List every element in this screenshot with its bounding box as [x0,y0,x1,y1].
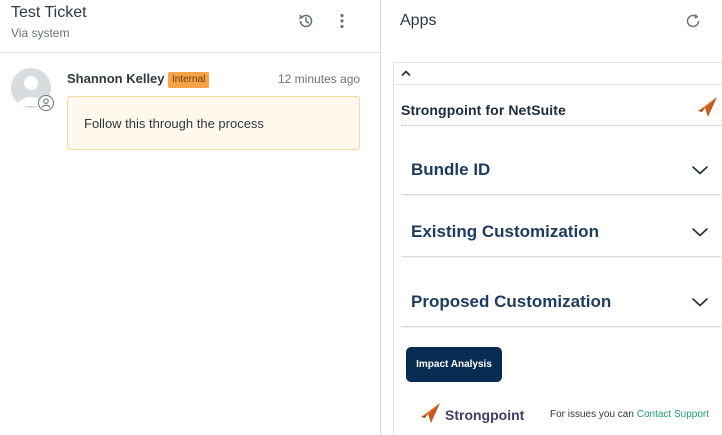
accordion-label: Existing Customization [411,222,599,241]
ticket-channel: Via system [11,26,70,40]
strongpoint-logo-icon [696,96,718,118]
accordion-existing-customization[interactable]: Existing Customization [401,205,721,257]
app-collapse-bar[interactable] [394,63,722,85]
app-name: Strongpoint for NetSuite [401,102,566,118]
chevron-down-icon[interactable] [691,163,709,175]
history-icon[interactable] [296,11,316,31]
ticket-header: Test Ticket Via system [0,0,380,53]
app-name-divider [401,125,722,126]
comment-body: Follow this through the process [67,96,360,150]
strongpoint-logo-icon [419,402,441,424]
contact-support-link[interactable]: Contact Support [637,409,709,420]
accordion-label: Proposed Customization [411,292,612,311]
ticket-title: Test Ticket [11,4,87,21]
ticket-panel: Test Ticket Via system Shannon Kelley In… [0,0,380,435]
kebab-menu-icon[interactable] [332,11,352,31]
accordion-label: Bundle ID [411,160,491,179]
comment-text: Follow this through the process [84,116,264,131]
accordion-proposed-customization[interactable]: Proposed Customization [401,275,721,327]
brand-name: Strongpoint [445,407,525,423]
apps-title: Apps [400,12,437,29]
accordion-bundle-id[interactable]: Bundle ID [401,143,721,195]
impact-analysis-button[interactable]: Impact Analysis [406,347,502,382]
comment-timestamp: 12 minutes ago [278,72,361,86]
comment-item: Shannon Kelley Internal 12 minutes ago F… [0,53,380,163]
support-text: For issues you can Contact Support [550,409,709,420]
internal-badge: Internal [168,72,210,88]
chevron-up-icon[interactable] [400,66,412,78]
app-frame: Strongpoint for NetSuite Bundle ID Exist… [393,62,722,435]
refresh-icon[interactable] [684,12,702,30]
comment-author[interactable]: Shannon Kelley [67,71,165,86]
chevron-down-icon[interactable] [691,225,709,237]
agent-badge-icon [38,95,54,111]
apps-panel: Apps Strongpoint for NetSuite Bundle ID [381,0,722,435]
support-prefix: For issues you can [550,409,637,420]
chevron-down-icon[interactable] [691,295,709,307]
